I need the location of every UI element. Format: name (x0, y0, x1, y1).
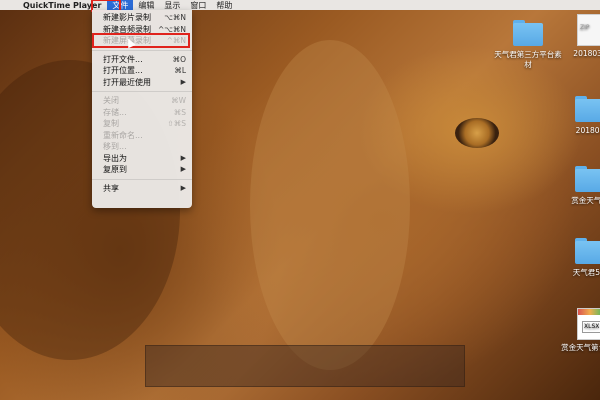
desktop-icon-file-2018031[interactable]: ZIP 2018031 (556, 14, 600, 59)
menu-item-label: 打开文件... (103, 54, 143, 64)
menu-item-shortcut: ⇧⌘S (167, 119, 186, 128)
menu-item-open-recent[interactable]: 打开最近使用 ▶ (92, 77, 192, 89)
desktop-icon-xls-bounty-weather[interactable]: XLSX 赏金天气第台.xls (556, 308, 600, 353)
folder-icon (575, 166, 600, 192)
menu-item-revert-to[interactable]: 复原到 ▶ (92, 164, 192, 176)
menu-item-export-as[interactable]: 导出为 ▶ (92, 153, 192, 165)
menu-item-share[interactable]: 共享 ▶ (92, 183, 192, 195)
menu-separator (92, 91, 192, 92)
menu-item-label: 关闭 (103, 96, 119, 105)
menu-item-move-to[interactable]: 移到... (92, 141, 192, 153)
menu-item-label: 导出为 (103, 153, 127, 163)
folder-icon (575, 96, 600, 122)
menu-item-open-file[interactable]: 打开文件... ⌘O (92, 54, 192, 66)
folder-icon (513, 20, 543, 46)
wallpaper-mane-highlight (250, 40, 410, 370)
menu-window[interactable]: 窗口 (185, 0, 211, 11)
menu-item-shortcut: ⌘W (171, 96, 186, 105)
menu-item-new-movie-recording[interactable]: 新建影片录制 ⌥⌘N (92, 12, 192, 24)
menu-item-shortcut: ⌥⌘N (164, 13, 186, 22)
menu-item-label: 打开最近使用 (103, 77, 151, 87)
file-type-badge: ZIP (580, 24, 590, 31)
menu-item-open-location[interactable]: 打开位置... ⌘L (92, 65, 192, 77)
menu-separator (92, 178, 192, 180)
desktop-icon-label: 赏金天气第台.xls (561, 343, 600, 352)
menu-item-shortcut: ⌘L (174, 66, 186, 75)
document-icon: ZIP (577, 14, 600, 46)
menu-item-duplicate[interactable]: 复制 ⇧⌘S (92, 118, 192, 130)
quicktime-control-bar[interactable] (145, 345, 465, 387)
menu-item-label: 复原到 (103, 165, 127, 174)
menu-item-shortcut: ⌘S (173, 107, 186, 117)
submenu-arrow-icon: ▶ (180, 77, 186, 86)
menu-edit[interactable]: 编辑 (133, 0, 159, 11)
desktop-icon-folder-bounty-weather[interactable]: 赏金天气推 (556, 166, 600, 206)
menu-separator (92, 49, 192, 51)
menu-item-save[interactable]: 存储... ⌘S (92, 107, 192, 119)
menu-view[interactable]: 显示 (159, 0, 185, 11)
menu-item-label: 存储... (103, 107, 127, 117)
submenu-arrow-icon: ▶ (180, 165, 186, 173)
spreadsheet-icon: XLSX (577, 308, 600, 340)
menu-item-label: 重新命名... (103, 130, 143, 140)
menu-item-label: 移到... (103, 142, 127, 151)
desktop-icon-label: 天气君5.1 (572, 268, 600, 277)
menu-help[interactable]: 帮助 (211, 0, 237, 11)
menu-item-rename[interactable]: 重新命名... (92, 130, 192, 142)
menu-item-label: 新建影片录制 (103, 13, 151, 22)
folder-icon (575, 238, 600, 264)
menu-item-label: 共享 (103, 183, 119, 193)
desktop-icon-folder-platform-assets[interactable]: 天气君第三方平台素材 (494, 20, 562, 70)
submenu-arrow-icon: ▶ (180, 183, 186, 192)
desktop-icon-label: 2018031 (573, 49, 600, 58)
menu-item-label: 复制 (103, 119, 119, 128)
desktop-icon-folder-weather-5-1[interactable]: 天气君5.1 (556, 238, 600, 278)
highlight-new-screen-recording (92, 33, 190, 48)
file-type-badge: XLSX (582, 321, 600, 333)
desktop-icon-label: 赏金天气推 (571, 196, 600, 205)
menu-item-close[interactable]: 关闭 ⌘W (92, 95, 192, 107)
desktop-icon-label: 天气君第三方平台素材 (494, 50, 562, 69)
submenu-arrow-icon: ▶ (180, 153, 186, 162)
menu-item-label: 打开位置... (103, 66, 143, 75)
desktop-icon-label: 201803 (575, 126, 600, 135)
menu-bar: QuickTime Player 文件 编辑 显示 窗口 帮助 (0, 0, 600, 11)
menu-item-shortcut: ⌘O (172, 54, 186, 64)
desktop-icon-folder-201803[interactable]: 201803 (556, 96, 600, 136)
wallpaper-lion-eye (455, 118, 499, 148)
